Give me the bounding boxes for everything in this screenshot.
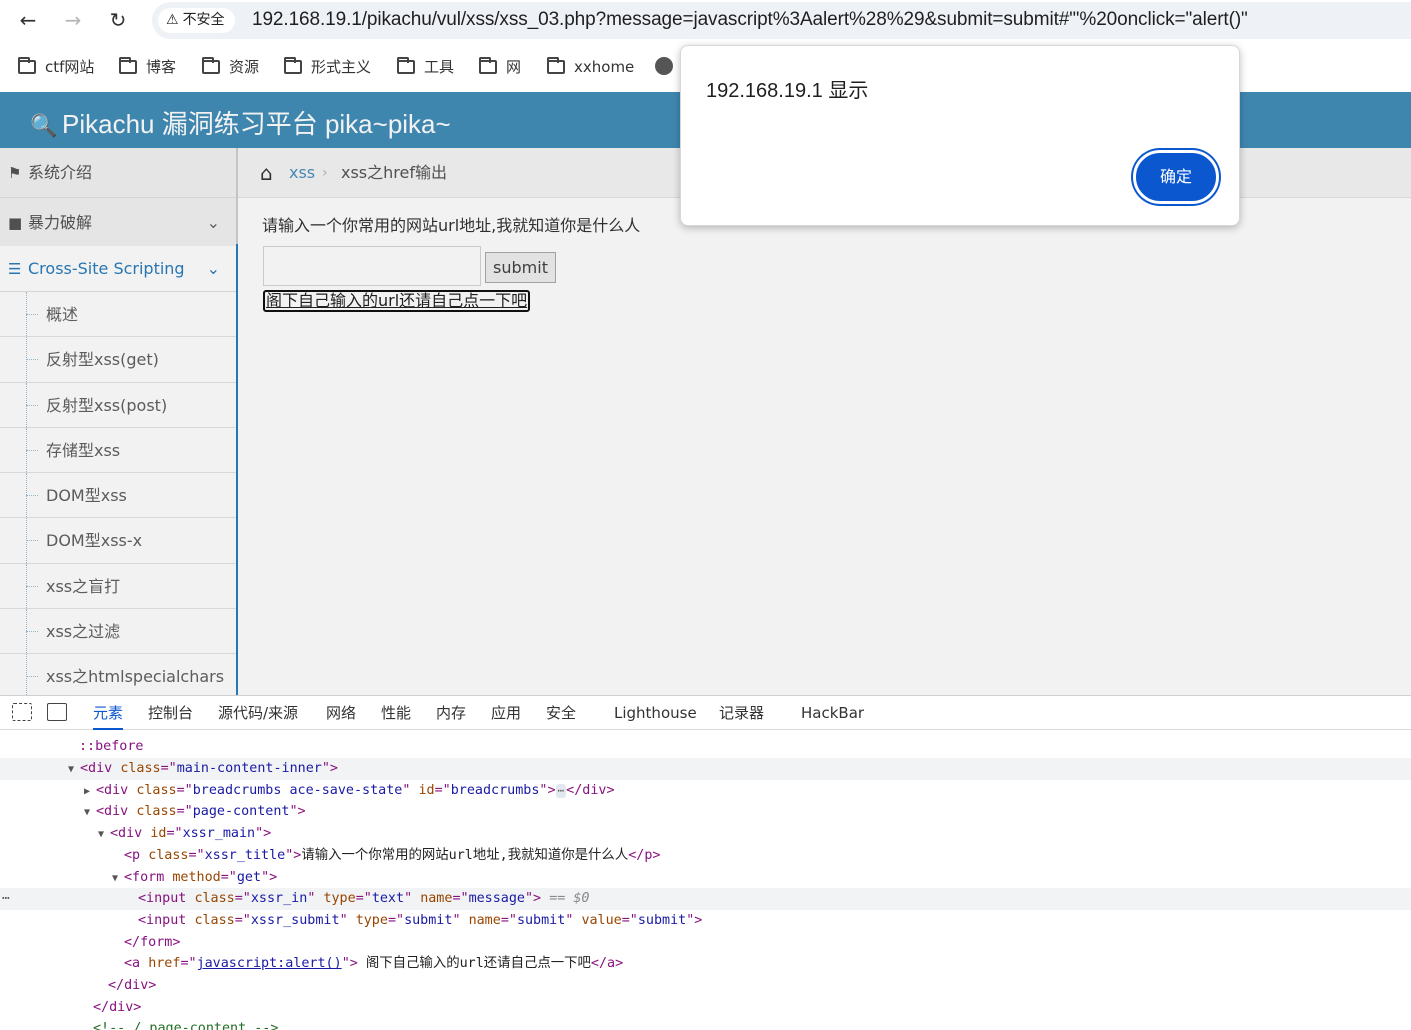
tab-application[interactable]: 应用 [491,696,521,730]
submit-button[interactable]: submit [485,252,556,283]
sidebar-item-xss[interactable]: ☰ Cross-Site Scripting ⌄ [0,246,236,292]
tab-hackbar[interactable]: HackBar [801,696,864,730]
submenu-item[interactable]: 反射型xss(get) [0,337,236,383]
dom-node[interactable]: </div> [0,975,1411,997]
bookmark-folder[interactable]: ctf网站 [18,55,94,79]
bookmark-folder[interactable]: 博客 [119,55,176,79]
devtools-tabbar: 元素 控制台 源代码/来源 网络 性能 内存 应用 安全 Lighthouse … [0,696,1411,730]
submenu-item[interactable]: DOM型xss-x [0,518,236,564]
warning-icon: ⚠ [166,12,179,28]
dom-node[interactable]: <p class="xssr_title">请输入一个你常用的网站url地址,我… [0,845,1411,867]
tab-network[interactable]: 网络 [326,696,356,730]
submenu-item[interactable]: xss之过滤 [0,609,236,655]
submenu-item[interactable]: xss之htmlspecialchars [0,654,236,695]
tab-lighthouse[interactable]: Lighthouse [614,696,697,730]
bookmark-folder[interactable]: xxhome [547,55,634,79]
submenu-item[interactable]: 概述 [0,292,236,338]
dom-node[interactable]: ::before [0,736,1411,758]
tab-performance[interactable]: 性能 [381,696,411,730]
ellipsis-icon[interactable]: ⋯ [555,783,567,798]
bookmark-site[interactable] [655,55,673,79]
submenu-item[interactable]: 存储型xss [0,427,236,474]
tab-security[interactable]: 安全 [546,696,576,730]
expand-triangle-icon[interactable]: ▼ [84,802,96,824]
bookmark-folder[interactable]: 网 [479,55,521,79]
folder-icon [284,57,302,74]
bookmark-folder[interactable]: 资源 [202,55,259,79]
dom-node-selected[interactable]: ⋯ <input class="xssr_in" type="text" name… [0,888,1411,910]
folder-icon [397,57,415,74]
back-arrow-icon[interactable]: ← [14,6,42,34]
inspect-element-icon[interactable] [12,703,32,721]
more-icon[interactable]: ⋯ [2,888,10,910]
folder-icon [479,57,497,74]
url-text[interactable]: 192.168.19.1/pikachu/vul/xss/xss_03.php?… [252,9,1248,31]
dom-node[interactable]: </div> [0,997,1411,1019]
breadcrumb-separator-icon: › [322,165,328,181]
chevron-down-icon: ⌄ [206,213,220,232]
browser-toolbar: ← → ↻ ⚠ 不安全 192.168.19.1/pikachu/vul/xss/… [0,0,1411,41]
collapse-triangle-icon[interactable]: ▶ [84,781,96,803]
folder-icon [119,57,137,74]
tab-memory[interactable]: 内存 [436,696,466,730]
dom-node[interactable]: <a href="javascript:alert()"> 阁下自己输入的url… [0,953,1411,975]
tags-icon: ⚑ [8,164,22,182]
chevron-down-icon: ⌄ [206,259,220,278]
key-icon: 🔍 [30,113,58,138]
security-chip[interactable]: ⚠ 不安全 [158,8,235,33]
address-bar[interactable]: ⚠ 不安全 192.168.19.1/pikachu/vul/xss/xss_03… [152,2,1411,39]
tab-sources[interactable]: 源代码/来源 [218,696,298,730]
bookmark-folder[interactable]: 工具 [397,55,454,79]
folder-icon [18,57,36,74]
alert-dialog: 192.168.19.1 显示 确定 [680,45,1240,226]
folder-icon [547,57,565,74]
forward-arrow-icon[interactable]: → [59,6,87,34]
device-toolbar-icon[interactable] [47,703,67,721]
submenu-item[interactable]: DOM型xss [0,473,236,519]
dom-node[interactable]: ▼ <div class="page-content"> [0,801,1411,823]
expand-triangle-icon[interactable]: ▼ [98,824,110,846]
alert-ok-button[interactable]: 确定 [1133,150,1219,204]
dom-node[interactable]: <input class="xssr_submit" type="submit"… [0,910,1411,932]
lock-icon: ■ [8,214,23,232]
globe-icon [655,57,673,75]
devtools-panel: 元素 控制台 源代码/来源 网络 性能 内存 应用 安全 Lighthouse … [0,695,1411,1030]
active-indicator [236,244,238,695]
submenu-item[interactable]: 反射型xss(post) [0,382,236,428]
dom-node[interactable]: ▼ <form method="get"> [0,867,1411,889]
list-icon: ☰ [8,260,22,278]
tab-console[interactable]: 控制台 [148,696,193,730]
tab-recorder[interactable]: 记录器 [719,696,764,730]
message-input[interactable] [263,246,481,286]
app-brand[interactable]: 🔍 Pikachu 漏洞练习平台 pika~pika~ [30,104,451,141]
dom-node[interactable]: </form> [0,932,1411,954]
home-icon[interactable]: ⌂ [260,148,273,198]
alert-title: 192.168.19.1 显示 [706,80,869,102]
security-label: 不安全 [182,12,225,28]
submenu-item[interactable]: xss之盲打 [0,563,236,610]
dom-tree: ::before ▼ <div class="main-content-inner… [0,730,1411,1030]
sidebar: ⚑ 系统介绍 ■ 暴力破解 ⌄ ☰ Cross-Site Scripting ⌄ 概述… [0,148,238,695]
dom-node[interactable]: ▶ <div class="breadcrumbs ace-save-state"… [0,780,1411,802]
reload-icon[interactable]: ↻ [104,6,132,34]
bookmark-folder[interactable]: 形式主义 [284,55,371,79]
sidebar-item-bruteforce[interactable]: ■ 暴力破解 ⌄ [0,198,236,248]
tab-elements[interactable]: 元素 [93,696,124,730]
sidebar-item-intro[interactable]: ⚑ 系统介绍 [0,148,236,198]
xss-href-link[interactable]: 阁下自己输入的url还请自己点一下吧 [263,290,531,312]
expand-triangle-icon[interactable]: ▼ [68,759,80,781]
dom-node[interactable]: <!-- /.page-content --> [0,1018,1411,1030]
expand-triangle-icon[interactable]: ▼ [112,868,124,890]
folder-icon [202,57,220,74]
breadcrumb-current: xss之href输出 [341,163,447,182]
dom-node[interactable]: ▼ <div id="xssr_main"> [0,823,1411,845]
xss-submenu: 概述 反射型xss(get) 反射型xss(post) 存储型xss DOM型x… [0,292,236,695]
dom-node[interactable]: ▼ <div class="main-content-inner"> [0,758,1411,780]
breadcrumb-link[interactable]: xss [289,148,315,198]
